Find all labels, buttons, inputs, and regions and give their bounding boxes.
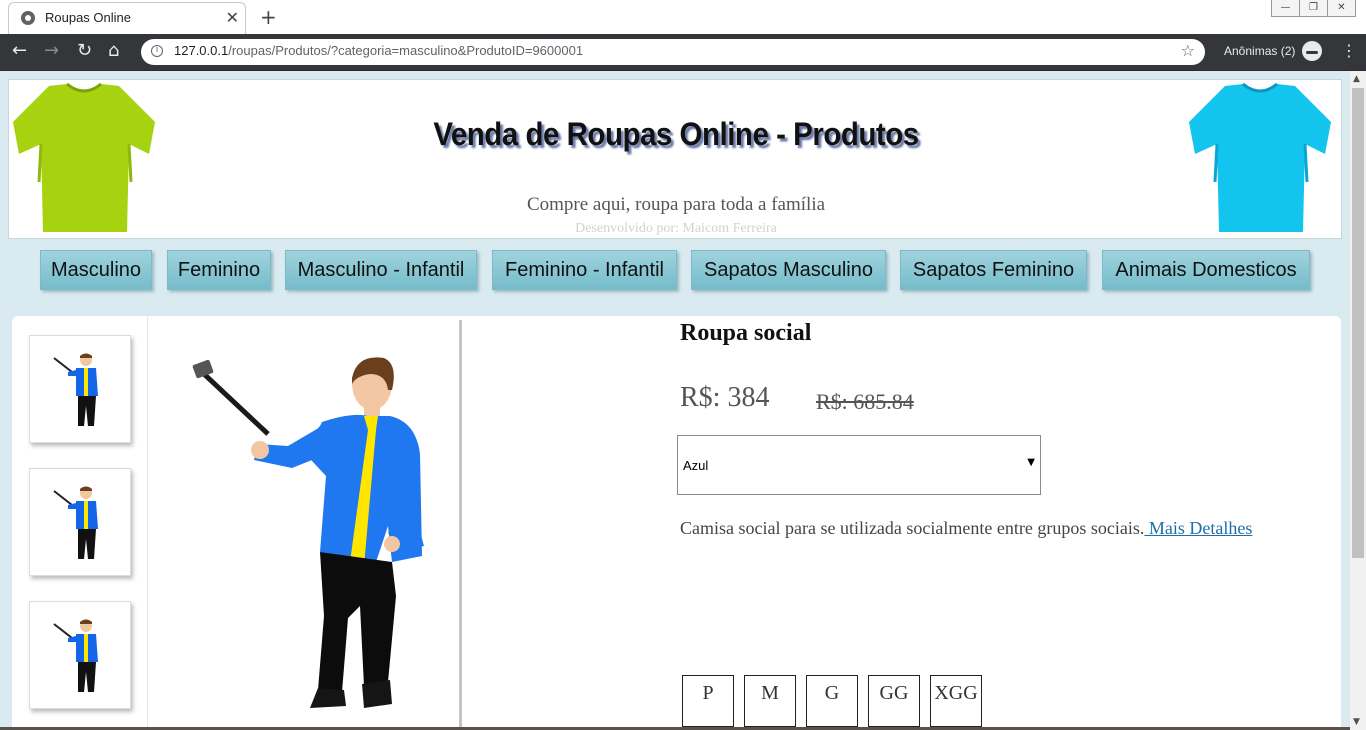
product-card: Roupa social R$: 384 R$: 685.84 Azul ▼ C… xyxy=(12,316,1341,730)
selfie-man-thumbnail-image xyxy=(53,486,98,559)
home-icon[interactable]: ⌂ xyxy=(108,40,119,62)
site-header: Venda de Roupas Online - Produtos Compre… xyxy=(8,79,1342,239)
scrollbar-thumb[interactable] xyxy=(1352,88,1364,558)
incognito-label[interactable]: Anônimas (2) xyxy=(1224,44,1295,58)
close-window-button[interactable]: ✕ xyxy=(1328,0,1356,17)
size-option-m[interactable]: M xyxy=(744,675,796,727)
product-description-text: Camisa social para se utilizada socialme… xyxy=(680,518,1145,538)
url-host: 127.0.0.1 xyxy=(174,43,229,58)
site-tagline: Compre aqui, roupa para toda a família xyxy=(526,194,826,215)
size-option-p[interactable]: P xyxy=(682,675,734,727)
scroll-up-arrow-icon[interactable]: ▲ xyxy=(1353,74,1360,84)
scroll-down-arrow-icon[interactable]: ▼ xyxy=(1353,717,1360,727)
restore-button[interactable]: ❐ xyxy=(1300,0,1328,17)
back-icon[interactable]: ← xyxy=(12,40,27,62)
site-info-icon[interactable]: i xyxy=(151,45,163,57)
product-thumbnail[interactable] xyxy=(29,335,131,443)
size-option-xgg[interactable]: XGG xyxy=(930,675,982,727)
product-thumbnail[interactable] xyxy=(29,468,131,576)
browser-tab-strip: Roupas Online ✕ + — ❐ ✕ xyxy=(0,0,1366,34)
category-masculino-infantil[interactable]: Masculino - Infantil xyxy=(285,250,477,290)
category-feminino-infantil[interactable]: Feminino - Infantil xyxy=(492,250,677,290)
selfie-man-product-image xyxy=(192,357,424,708)
product-price: R$: 384 xyxy=(680,382,770,413)
developer-credit: Desenvolvido por: Maicom Ferreira xyxy=(575,221,777,236)
main-product-image-frame xyxy=(147,320,462,730)
browser-tab[interactable]: Roupas Online ✕ xyxy=(8,2,246,34)
thumbnail-column xyxy=(12,316,148,730)
browser-toolbar: ← → ↻ ⌂ i 127.0.0.1/roupas/Produtos/?cat… xyxy=(0,34,1366,71)
incognito-icon[interactable] xyxy=(1302,41,1322,61)
size-option-g[interactable]: G xyxy=(806,675,858,727)
url-path: /roupas/Produtos/?categoria=masculino&Pr… xyxy=(228,43,584,58)
window-controls: — ❐ ✕ xyxy=(1271,0,1356,18)
browser-menu-icon[interactable]: ⋮ xyxy=(1341,41,1357,60)
reload-icon[interactable]: ↻ xyxy=(77,40,92,62)
page-viewport: Venda de Roupas Online - Produtos Compre… xyxy=(0,71,1350,730)
minimize-button[interactable]: — xyxy=(1271,0,1300,17)
forward-icon[interactable]: → xyxy=(44,40,59,62)
selfie-man-thumbnail-image xyxy=(53,619,98,692)
size-option-gg[interactable]: GG xyxy=(868,675,920,727)
tab-title: Roupas Online xyxy=(45,10,131,25)
url-text: 127.0.0.1/roupas/Produtos/?categoria=mas… xyxy=(174,43,583,58)
site-title: Venda de Roupas Online - Produtos xyxy=(433,116,919,152)
page-scrollbar[interactable]: ▲ ▼ xyxy=(1350,71,1366,730)
selfie-man-thumbnail-image xyxy=(53,353,98,426)
category-sapatos-feminino[interactable]: Sapatos Feminino xyxy=(900,250,1087,290)
more-details-link[interactable]: Mais Detalhes xyxy=(1144,518,1252,538)
globe-icon xyxy=(21,11,35,25)
close-tab-icon[interactable]: ✕ xyxy=(226,9,239,27)
address-bar[interactable]: i 127.0.0.1/roupas/Produtos/?categoria=m… xyxy=(141,39,1205,65)
color-select-value: Azul xyxy=(683,458,709,473)
product-description: Camisa social para se utilizada socialme… xyxy=(680,518,1252,539)
category-masculino[interactable]: Masculino xyxy=(40,250,152,290)
product-old-price: R$: 685.84 xyxy=(816,389,914,414)
category-sapatos-masculino[interactable]: Sapatos Masculino xyxy=(691,250,886,290)
bookmark-star-icon[interactable]: ☆ xyxy=(1181,41,1195,60)
product-name: Roupa social xyxy=(680,320,812,346)
color-select[interactable]: Azul ▼ xyxy=(677,435,1041,495)
category-animais-domesticos[interactable]: Animais Domesticos xyxy=(1102,250,1310,290)
dropdown-arrow-icon: ▼ xyxy=(1027,457,1035,468)
product-thumbnail[interactable] xyxy=(29,601,131,709)
category-feminino[interactable]: Feminino xyxy=(167,250,271,290)
new-tab-button[interactable]: + xyxy=(260,5,277,29)
